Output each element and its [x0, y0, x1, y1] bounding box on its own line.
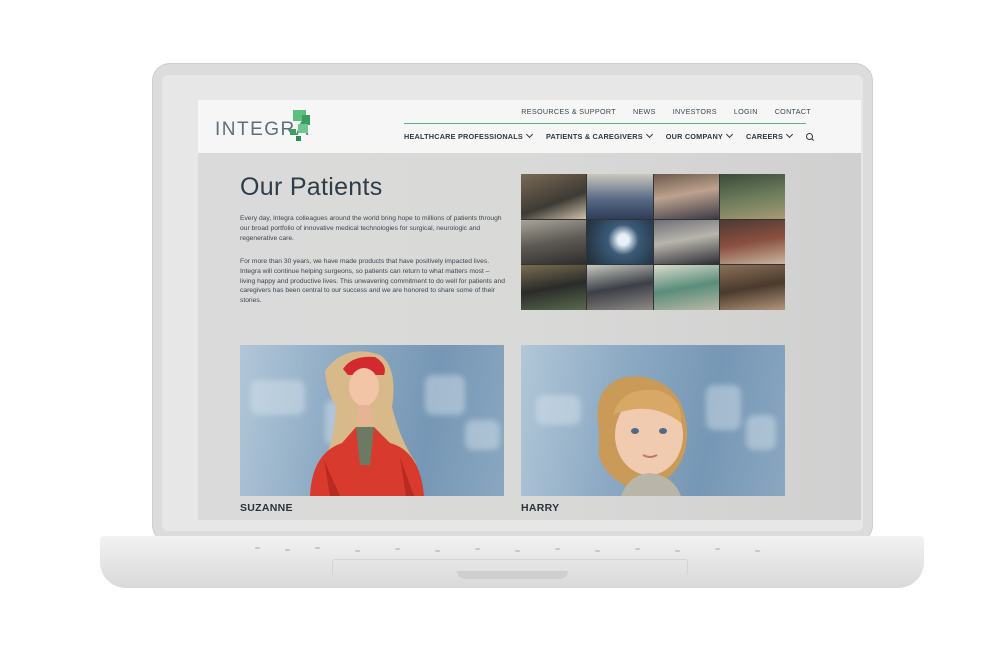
patient-name-suzanne[interactable]: SUZANNE	[240, 502, 293, 514]
patient-photo-collage[interactable]	[521, 174, 785, 310]
collage-photo	[521, 174, 587, 219]
collage-photo	[719, 219, 785, 265]
collage-photo	[653, 174, 719, 219]
nav-healthcare-professionals[interactable]: HEALTHCARE PROFESSIONALS	[404, 130, 534, 141]
chevron-down-icon	[645, 130, 653, 139]
search-icon[interactable]	[806, 133, 815, 142]
nav-divider	[404, 123, 806, 124]
browser-screen: INTEGRA RESOURCES & SUPPORT NEWS INVESTO…	[198, 100, 861, 520]
page-title: Our Patients	[240, 173, 383, 201]
collage-photo	[587, 265, 653, 310]
intro-paragraph: Every day, Integra colleagues around the…	[240, 215, 502, 242]
patient-card-harry[interactable]	[521, 345, 785, 496]
collage-photo	[521, 265, 587, 310]
patient-card-suzanne[interactable]	[240, 345, 504, 496]
patient-name-harry[interactable]: HARRY	[521, 502, 559, 514]
nav-contact[interactable]: CONTACT	[775, 107, 811, 116]
chevron-down-icon	[525, 130, 534, 139]
nav-label: PATIENTS & CAREGIVERS	[546, 132, 643, 141]
utility-nav: RESOURCES & SUPPORT NEWS INVESTORS LOGIN…	[521, 107, 811, 116]
laptop-notch	[457, 571, 568, 579]
intro-paragraph-2: For more than 30 years, we have made pro…	[240, 258, 505, 305]
nav-login[interactable]: LOGIN	[734, 107, 758, 116]
collage-photo	[587, 219, 653, 265]
chevron-down-icon	[786, 130, 794, 139]
nav-news[interactable]: NEWS	[633, 107, 656, 116]
integra-logo[interactable]: INTEGRA	[215, 110, 325, 144]
patient-photo-suzanne	[310, 351, 424, 496]
collage-photo	[521, 219, 587, 265]
main-nav: HEALTHCARE PROFESSIONALS PATIENTS & CARE…	[404, 130, 815, 142]
nav-patients-caregivers[interactable]: PATIENTS & CAREGIVERS	[546, 130, 653, 141]
nav-investors[interactable]: INVESTORS	[673, 107, 717, 116]
nav-careers[interactable]: CAREERS	[745, 130, 794, 141]
patient-photo-harry	[597, 376, 688, 496]
collage-photo	[719, 265, 785, 310]
collage-photo	[653, 265, 719, 310]
chevron-down-icon	[725, 130, 734, 139]
logo-mark-icon	[290, 110, 320, 144]
nav-label: CAREERS	[745, 132, 784, 141]
nav-our-company[interactable]: OUR COMPANY	[665, 130, 734, 141]
collage-photo	[653, 219, 719, 265]
nav-label: OUR COMPANY	[665, 132, 723, 141]
site-header: INTEGRA RESOURCES & SUPPORT NEWS INVESTO…	[198, 100, 861, 153]
nav-label: HEALTHCARE PROFESSIONALS	[404, 132, 523, 141]
collage-photo	[719, 174, 785, 219]
collage-photo	[587, 174, 653, 219]
nav-resources-support[interactable]: RESOURCES & SUPPORT	[521, 107, 616, 116]
